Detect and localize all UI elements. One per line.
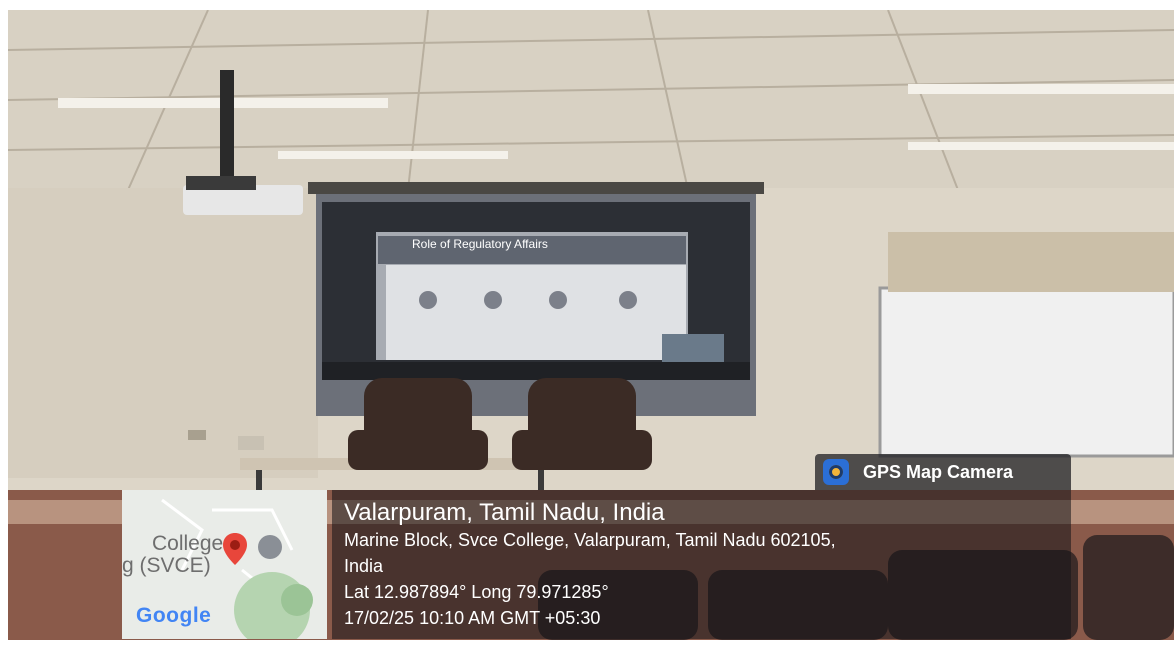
map-google-logo: Google — [136, 604, 212, 627]
gps-camera-icon — [823, 459, 849, 485]
address-line-2: India — [344, 556, 384, 576]
location-title: Valarpuram, Tamil Nadu, India — [344, 499, 665, 526]
gps-badge: GPS Map Camera — [815, 454, 1071, 490]
slide-title: Role of Regulatory Affairs — [412, 237, 548, 251]
datetime: 17/02/25 10:10 AM GMT +05:30 — [344, 608, 601, 628]
map-thumbnail: College g (SVCE) Google — [122, 490, 327, 639]
location-info-panel: Valarpuram, Tamil Nadu, India Marine Blo… — [332, 490, 1071, 639]
map-label-line1: College — [152, 532, 224, 555]
address-line-1: Marine Block, Svce College, Valarpuram, … — [344, 530, 836, 550]
coordinates: Lat 12.987894° Long 79.971285° — [344, 582, 609, 602]
map-pin-icon — [223, 533, 247, 565]
map-label-line2: g (SVCE) — [122, 554, 211, 577]
gps-badge-label: GPS Map Camera — [863, 462, 1014, 482]
